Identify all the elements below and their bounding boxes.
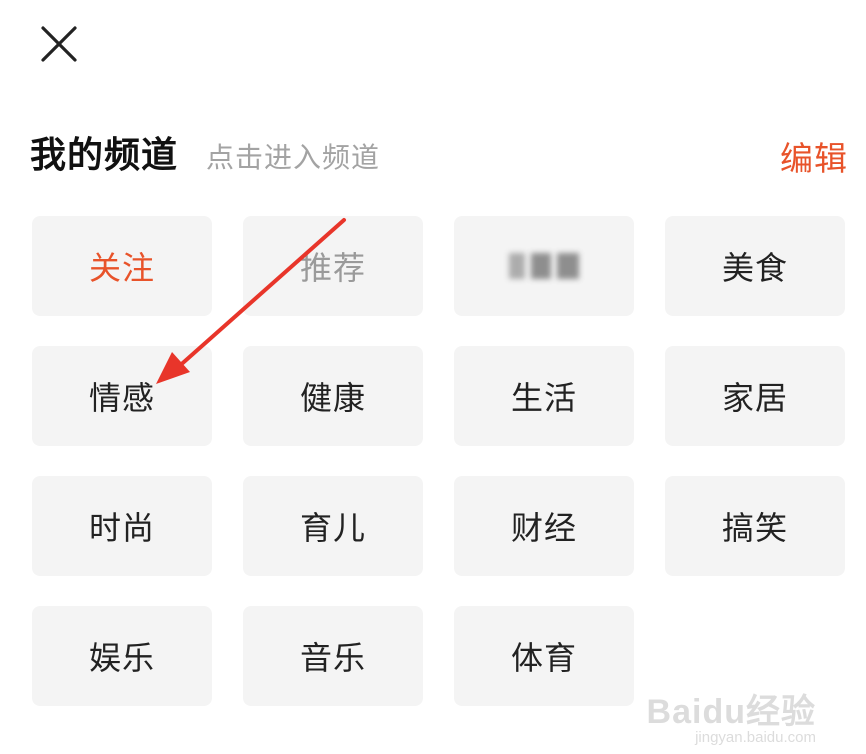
close-button[interactable]: [32, 20, 86, 68]
watermark: Baidu经验 jingyan.baidu.com: [647, 684, 816, 746]
channel-tile-sports[interactable]: 体育: [454, 606, 634, 706]
blurred-label: [509, 253, 579, 279]
channel-tile-funny[interactable]: 搞笑: [665, 476, 845, 576]
section-hint: 点击进入频道: [206, 141, 381, 174]
section-title: 我的频道: [30, 135, 179, 176]
channel-tile-food[interactable]: 美食: [665, 216, 845, 316]
channel-tile-music[interactable]: 音乐: [243, 606, 423, 706]
channel-tile-health[interactable]: 健康: [243, 346, 423, 446]
channel-tile-emotion[interactable]: 情感: [32, 346, 212, 446]
channel-manager-screen: 我的频道 点击进入频道 编辑 关注 推荐 美食 情感 健康 生活 家居 时尚 育…: [0, 0, 866, 754]
watermark-logo-text: Baidu经验: [646, 693, 816, 731]
channel-tile-finance[interactable]: 财经: [454, 476, 634, 576]
channel-tile-life[interactable]: 生活: [454, 346, 634, 446]
channel-tile-home[interactable]: 家居: [665, 346, 845, 446]
channel-tile-parenting[interactable]: 育儿: [243, 476, 423, 576]
channel-tile-recommend[interactable]: 推荐: [243, 216, 423, 316]
my-channels-header: 我的频道 点击进入频道 编辑: [30, 118, 850, 186]
channel-tile-entertainment[interactable]: 娱乐: [32, 606, 212, 706]
edit-button[interactable]: 编辑: [780, 132, 848, 180]
close-icon: [41, 26, 77, 62]
channel-tile-fashion[interactable]: 时尚: [32, 476, 212, 576]
channel-tile-follow[interactable]: 关注: [32, 216, 212, 316]
channel-tile-blurred[interactable]: [454, 216, 634, 316]
